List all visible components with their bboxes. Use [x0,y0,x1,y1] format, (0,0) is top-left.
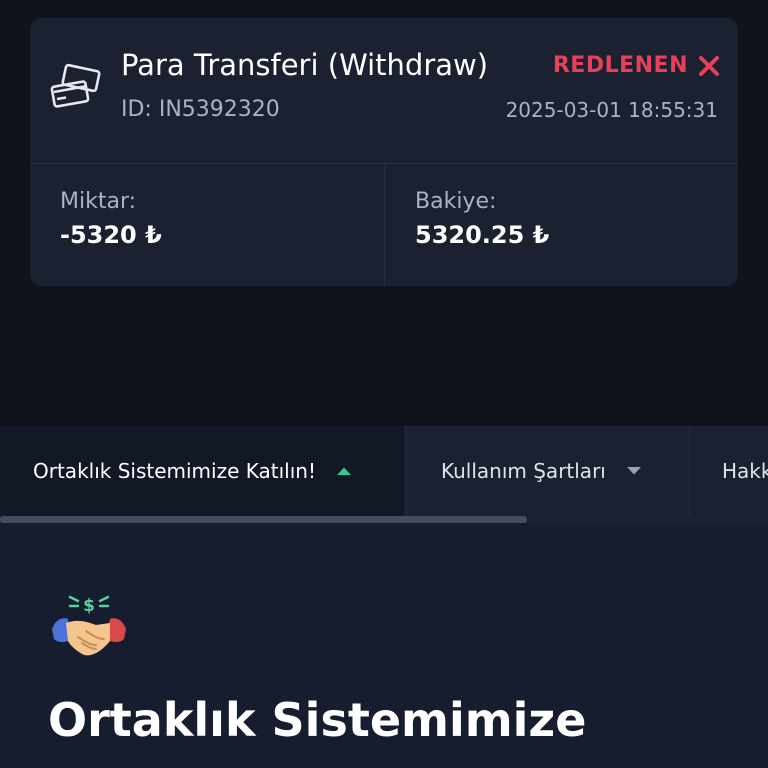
amount-cell: Miktar: -5320 ₺ [30,164,385,286]
tabs-bar: Ortaklık Sistemimize Katılın! Kullanım Ş… [0,426,768,522]
tab-label: Kullanım Şartları [441,459,606,483]
tab-terms[interactable]: Kullanım Şartları [406,426,690,516]
tab-label: Hakk [722,459,768,483]
section-title: Ortaklık Sistemimize [48,693,587,747]
transaction-date: 2025-03-01 18:55:31 [505,98,718,122]
close-icon [699,55,719,76]
credit-cards-icon [50,63,101,108]
balance-label: Bakiye: [415,189,497,214]
transaction-id: ID: IN5392320 [121,97,280,122]
tab-affiliate[interactable]: Ortaklık Sistemimize Katılın! [0,426,404,516]
transaction-header: Para Transferi (Withdraw) ID: IN5392320 … [30,18,738,164]
balance-cell: Bakiye: 5320.25 ₺ [385,164,738,286]
status-badge: REDLENEN [553,53,720,78]
tab-about[interactable]: Hakk [690,426,768,516]
svg-text:$: $ [83,596,95,616]
amount-value: -5320 ₺ [60,221,162,249]
status-label: REDLENEN [552,53,688,78]
transaction-title: Para Transferi (Withdraw) [121,48,489,82]
amount-label: Miktar: [60,189,137,214]
caret-up-icon [336,467,351,475]
page: Para Transferi (Withdraw) ID: IN5392320 … [0,0,768,768]
transaction-card[interactable]: Para Transferi (Withdraw) ID: IN5392320 … [30,18,738,286]
tabs-scrollbar-thumb[interactable] [0,516,527,523]
caret-down-icon [626,467,641,475]
tab-label: Ortaklık Sistemimize Katılın! [33,459,316,483]
balance-value: 5320.25 ₺ [415,221,550,249]
affiliate-section: $ Ortaklık Sistemimize [0,523,768,768]
handshake-icon: $ [52,595,126,656]
